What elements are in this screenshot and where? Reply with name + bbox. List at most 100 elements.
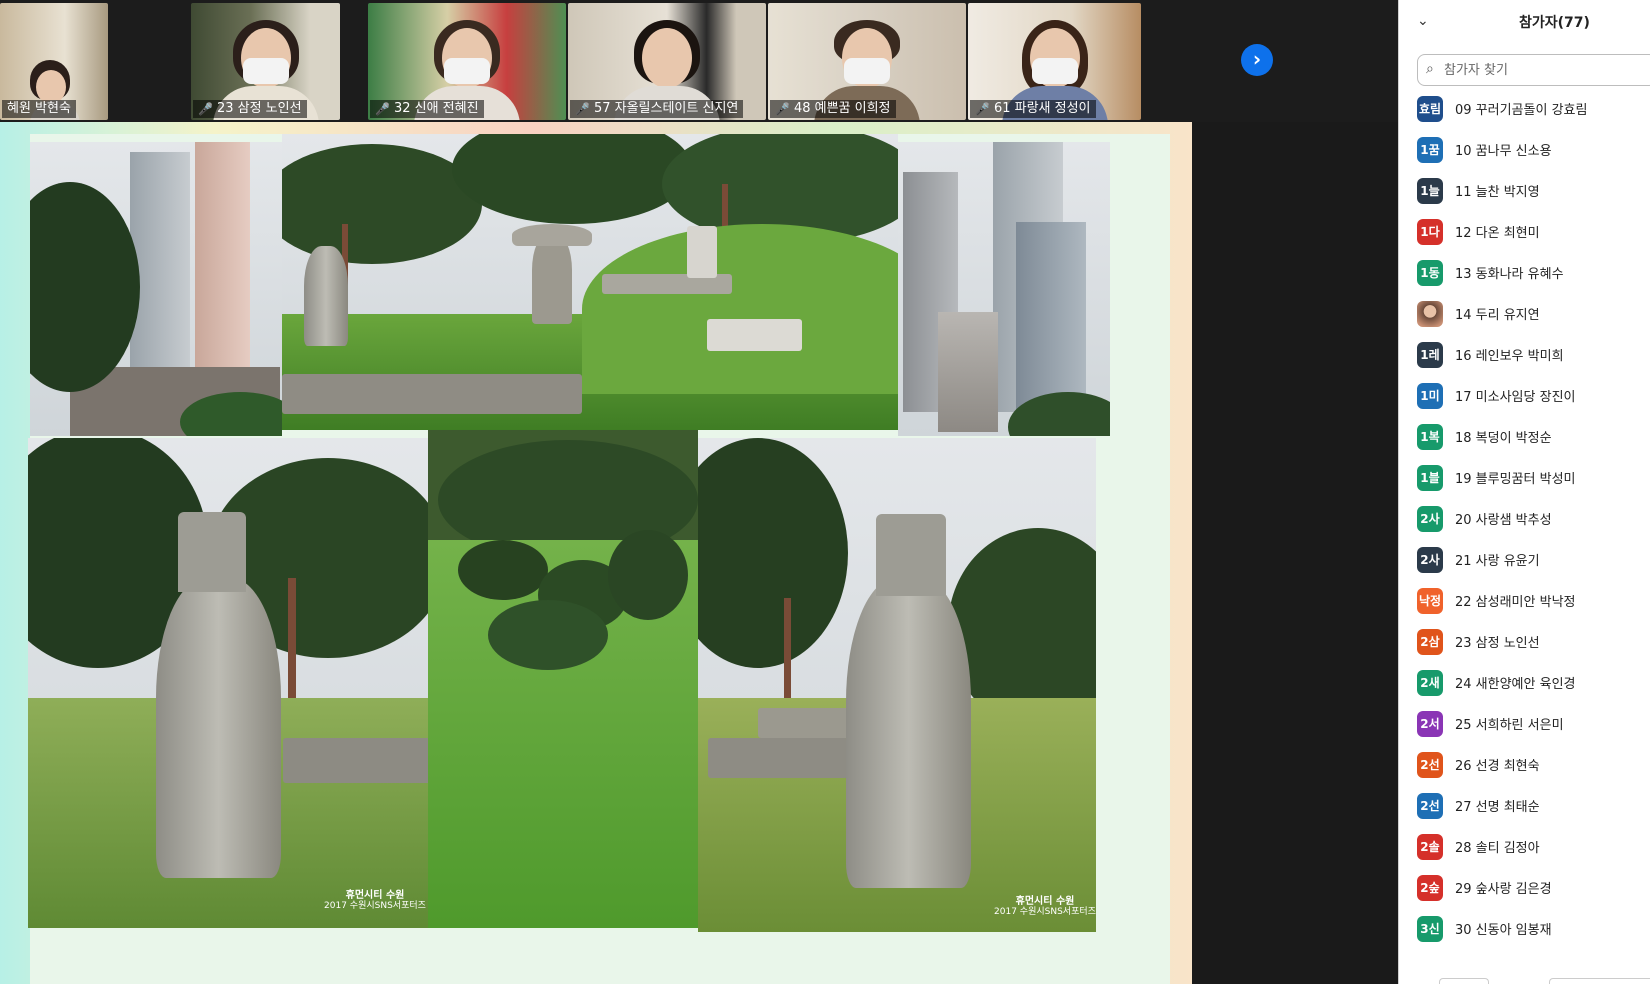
participant-name: 21 사랑 유윤기 (1455, 554, 1540, 569)
shared-slide: 휴먼시티 수원 2017 수원시SNS서포터즈 휴먼시티 수원 2017 수원시… (0, 122, 1192, 984)
participant-name: 10 꿈나무 신소용 (1455, 144, 1552, 159)
mic-muted-icon: 🎤 (575, 102, 590, 116)
participant-list-item[interactable]: 효림 09 꾸러기곰돌이 강효림 (1399, 88, 1650, 129)
photo-royal-tomb (282, 134, 898, 430)
participant-avatar: 2사 (1417, 546, 1443, 573)
participants-title: 참가자(77) (1519, 15, 1590, 31)
video-tile-5[interactable]: 🎤 48 예쁜꿈 이희정 (768, 3, 966, 120)
participant-avatar: 1다 (1417, 218, 1443, 245)
photo-stone-statue-left: 휴먼시티 수원 2017 수원시SNS서포터즈 (28, 438, 428, 928)
participant-name: 14 두리 유지연 (1455, 308, 1540, 323)
participant-avatar: 효림 (1417, 95, 1443, 122)
participant-avatar: 2서 (1417, 710, 1443, 737)
participant-name: 11 늘찬 박지영 (1455, 185, 1540, 200)
participant-name: 혜원 박현숙 (7, 101, 71, 116)
participant-name: 16 레인보우 박미희 (1455, 349, 1564, 364)
participant-list-item[interactable]: 낙정 22 삼성래미안 박낙정 (1399, 580, 1650, 621)
participant-avatar (1417, 300, 1443, 327)
participant-avatar: 2선 (1417, 751, 1443, 778)
participant-name: 61 파랑새 정성이 (993, 101, 1091, 116)
video-tile-label: 혜원 박현숙 (2, 100, 76, 118)
video-tile-3[interactable]: 🎤 32 신애 전혜진 (368, 3, 566, 120)
participant-list-item[interactable]: 2사 20 사랑샘 박추성 (1399, 498, 1650, 539)
participants-panel-header: ⌄ 참가자(77) (1399, 0, 1650, 44)
mic-muted-icon: 🎤 (198, 102, 213, 116)
participants-panel: ⌄ 참가자(77) ⌕ 효림09 꾸러기곰돌이 강효림1꿈10 꿈나무 신소용1… (1398, 0, 1650, 984)
next-page-button[interactable]: › (1241, 44, 1273, 76)
participant-list-item[interactable]: 2선 26 선경 최현숙 (1399, 744, 1650, 785)
video-tile-label: 🎤 57 자올릴스테이트 신지연 (570, 100, 744, 118)
participant-list-item[interactable]: 1블 19 블루밍꿈터 박성미 (1399, 457, 1650, 498)
photo-stone-statue-right: 휴먼시티 수원 2017 수원시SNS서포터즈 (698, 438, 1096, 932)
participant-search-input[interactable] (1444, 58, 1644, 82)
participant-avatar: 2선 (1417, 792, 1443, 819)
watermark-logo: 휴먼시티 수원 2017 수원시SNS서포터즈 (324, 890, 426, 911)
video-tile-2[interactable]: 🎤 23 삼정 노인선 (191, 3, 340, 120)
participant-avatar: 2새 (1417, 669, 1443, 696)
mic-muted-icon: 🎤 (375, 102, 390, 116)
participant-avatar: 1동 (1417, 259, 1443, 286)
photo-towers-right (898, 142, 1110, 436)
participant-list-item[interactable]: 1다 12 다온 최현미 (1399, 211, 1650, 252)
participant-avatar: 2숲 (1417, 874, 1443, 901)
participant-name: 29 숲사랑 김은경 (1455, 882, 1552, 897)
participant-list-item[interactable]: 1늘 11 늘찬 박지영 (1399, 170, 1650, 211)
participant-name: 30 신동아 임봉재 (1455, 923, 1552, 938)
video-tile-1[interactable]: 혜원 박현숙 (0, 3, 108, 120)
participant-name: 12 다온 최현미 (1455, 226, 1540, 241)
participant-list-item[interactable]: 2새 24 새한양예안 육인경 (1399, 662, 1650, 703)
participant-avatar: 2솔 (1417, 833, 1443, 860)
participant-list-item[interactable]: 1동 13 동화나라 유혜수 (1399, 252, 1650, 293)
zoom-meeting-window: 혜원 박현숙 🎤 23 삼정 노인선 🎤 32 신애 전혜진 🎤 57 자올릴스… (0, 0, 1650, 984)
search-icon: ⌕ (1426, 61, 1434, 77)
participant-list-item[interactable]: 1꿈 10 꿈나무 신소용 (1399, 129, 1650, 170)
participant-avatar: 1복 (1417, 423, 1443, 450)
participant-list-item[interactable]: 1미 17 미소사임당 장진이 (1399, 375, 1650, 416)
shared-screen: 휴먼시티 수원 2017 수원시SNS서포터즈 휴먼시티 수원 2017 수원시… (0, 122, 1398, 984)
participant-name: 32 신애 전혜진 (393, 101, 479, 116)
participant-list-item[interactable]: 1레 16 레인보우 박미희 (1399, 334, 1650, 375)
participant-avatar: 3신 (1417, 915, 1443, 942)
participant-name: 57 자올릴스테이트 신지연 (593, 101, 739, 116)
participant-avatar: 1미 (1417, 382, 1443, 409)
participant-name: 18 복덩이 박정순 (1455, 431, 1552, 446)
participant-list-item[interactable]: 14 두리 유지연 (1399, 293, 1650, 334)
participant-list-item[interactable]: 3신 30 신동아 임봉재 (1399, 908, 1650, 949)
participant-list-item[interactable]: 2사 21 사랑 유윤기 (1399, 539, 1650, 580)
participant-name: 25 서희하린 서은미 (1455, 718, 1564, 733)
participant-avatar: 2삼 (1417, 628, 1443, 655)
participant-name: 09 꾸러기곰돌이 강효림 (1455, 103, 1588, 118)
watermark-logo: 휴먼시티 수원 2017 수원시SNS서포터즈 (994, 896, 1096, 917)
photo-collage: 휴먼시티 수원 2017 수원시SNS서포터즈 휴먼시티 수원 2017 수원시… (28, 134, 1170, 984)
participant-name: 13 동화나라 유혜수 (1455, 267, 1564, 282)
invite-button[interactable] (1439, 978, 1489, 984)
participant-avatar: 낙정 (1417, 587, 1443, 614)
participant-search-box[interactable]: ⌕ (1417, 54, 1650, 86)
photo-lawn-trees (428, 430, 698, 928)
mic-muted-icon: 🎤 (775, 102, 790, 116)
participant-avatar: 1늘 (1417, 177, 1443, 204)
participant-name: 24 새한양예안 육인경 (1455, 677, 1576, 692)
video-tile-label: 🎤 61 파랑새 정성이 (970, 100, 1096, 118)
participant-avatar: 2사 (1417, 505, 1443, 532)
participant-avatar: 1블 (1417, 464, 1443, 491)
participant-name: 28 솔티 김정아 (1455, 841, 1540, 856)
mute-all-button[interactable] (1549, 978, 1650, 984)
participant-list-item[interactable]: 2숲 29 숲사랑 김은경 (1399, 867, 1650, 908)
participant-name: 20 사랑샘 박추성 (1455, 513, 1552, 528)
video-tile-4[interactable]: 🎤 57 자올릴스테이트 신지연 (568, 3, 766, 120)
video-tile-6[interactable]: 🎤 61 파랑새 정성이 (968, 3, 1141, 120)
video-tile-label: 🎤 23 삼정 노인선 (193, 100, 307, 118)
video-thumbnail-strip: 혜원 박현숙 🎤 23 삼정 노인선 🎤 32 신애 전혜진 🎤 57 자올릴스… (0, 0, 1398, 122)
participant-list-item[interactable]: 2선 27 선명 최태순 (1399, 785, 1650, 826)
participant-name: 23 삼정 노인선 (1455, 636, 1540, 651)
participant-list-item[interactable]: 2삼 23 삼정 노인선 (1399, 621, 1650, 662)
participant-list-item[interactable]: 1복 18 복덩이 박정순 (1399, 416, 1650, 457)
participant-list-item[interactable]: 2서 25 서희하린 서은미 (1399, 703, 1650, 744)
participant-list-item[interactable]: 2솔 28 솔티 김정아 (1399, 826, 1650, 867)
participant-list[interactable]: 효림 09 꾸러기곰돌이 강효림 1꿈 10 꿈나무 신소용 1늘 11 늘찬 박지영 1다… (1399, 88, 1650, 960)
participant-name: 48 예쁜꿈 이희정 (793, 101, 891, 116)
participant-avatar: 1레 (1417, 341, 1443, 368)
participant-name: 26 선경 최현숙 (1455, 759, 1540, 774)
collapse-chevron-icon[interactable]: ⌄ (1417, 13, 1429, 29)
